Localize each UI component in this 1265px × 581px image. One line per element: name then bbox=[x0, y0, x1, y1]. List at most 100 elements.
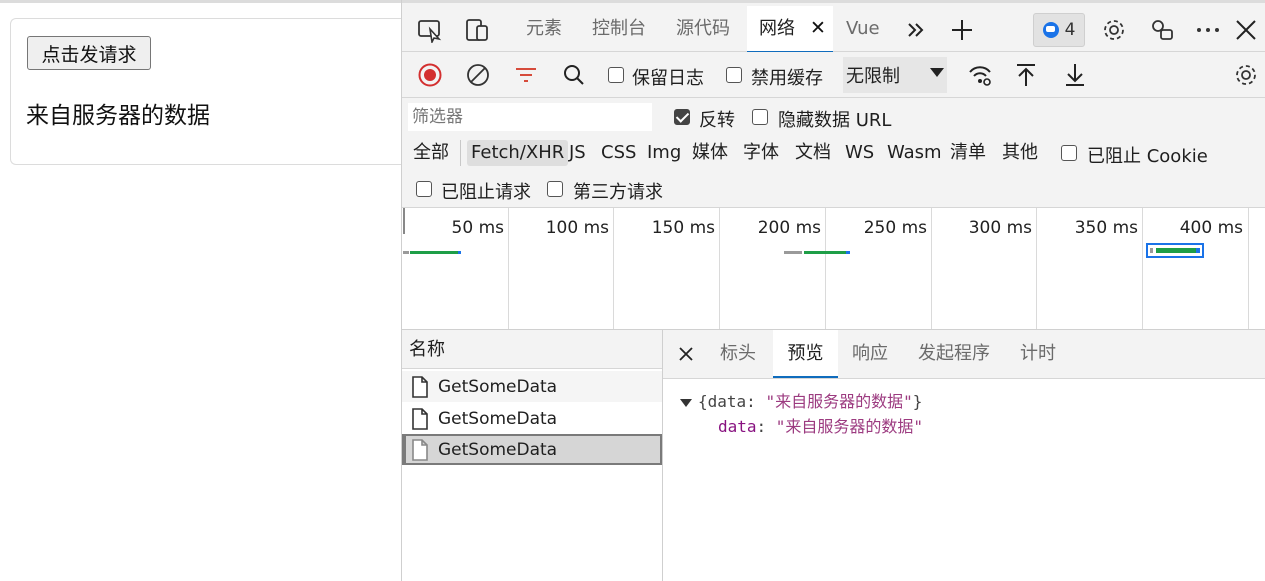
search-icon[interactable] bbox=[559, 60, 589, 90]
timeline-tick: 250 ms bbox=[863, 218, 927, 238]
tab-response[interactable]: 响应 bbox=[852, 330, 888, 378]
type-font[interactable]: 字体 bbox=[743, 140, 779, 166]
timeline-tick: 50 ms bbox=[451, 218, 504, 238]
request-row[interactable]: GetSomeData bbox=[402, 371, 662, 402]
tab-console[interactable]: 控制台 bbox=[592, 6, 646, 52]
device-emulation-icon[interactable] bbox=[463, 16, 491, 44]
tab-elements[interactable]: 元素 bbox=[526, 6, 562, 52]
request-name: GetSomeData bbox=[438, 439, 558, 460]
close-detail-icon[interactable] bbox=[678, 346, 694, 366]
tab-timing[interactable]: 计时 bbox=[1020, 330, 1056, 378]
document-icon bbox=[412, 438, 428, 461]
selected-request-bar[interactable] bbox=[1146, 243, 1204, 258]
detail-tabbar: 标头 预览 响应 发起程序 计时 bbox=[663, 330, 1265, 379]
tab-vue[interactable]: Vue bbox=[846, 6, 880, 52]
tab-preview[interactable]: 预览 bbox=[773, 330, 838, 378]
timeline-tick: 300 ms bbox=[968, 218, 1032, 238]
message-icon bbox=[1042, 22, 1059, 38]
type-css[interactable]: CSS bbox=[601, 140, 636, 166]
devtools-tabbar: 元素 控制台 源代码 网络 ✕ Vue 4 bbox=[402, 0, 1265, 53]
network-settings-icon[interactable] bbox=[1231, 60, 1261, 90]
type-img[interactable]: Img bbox=[647, 140, 681, 166]
type-media[interactable]: 媒体 bbox=[692, 140, 728, 166]
filter-icon[interactable] bbox=[511, 60, 541, 90]
third-party-checkbox[interactable] bbox=[547, 181, 563, 197]
more-options-icon[interactable] bbox=[1194, 16, 1222, 44]
blocked-cookies-label: 已阻止 Cookie bbox=[1087, 146, 1208, 167]
type-fetch-xhr[interactable]: Fetch/XHR bbox=[467, 140, 569, 166]
type-js[interactable]: JS bbox=[569, 140, 586, 166]
timeline-tick: 100 ms bbox=[545, 218, 609, 238]
gridline bbox=[931, 208, 932, 329]
blocked-requests-label: 已阻止请求 bbox=[441, 182, 531, 203]
request-bar-wait bbox=[784, 251, 802, 254]
document-icon bbox=[412, 375, 428, 398]
resource-type-bar: 全部 Fetch/XHR JS CSS Img 媒体 字体 文档 WS Wasm… bbox=[402, 134, 1265, 170]
request-detail-pane: 标头 预览 响应 发起程序 计时 {data: "来自服务器的数据"} data… bbox=[663, 330, 1265, 581]
invert-checkbox[interactable] bbox=[674, 109, 690, 125]
collapse-triangle-icon[interactable] bbox=[680, 398, 692, 407]
close-devtools-icon[interactable] bbox=[1232, 16, 1260, 44]
json-property[interactable]: data: "来自服务器的数据" bbox=[718, 413, 923, 437]
export-har-icon[interactable] bbox=[1060, 60, 1090, 90]
request-bar-end bbox=[846, 251, 850, 254]
devtools-panel: 元素 控制台 源代码 网络 ✕ Vue 4 保留日志 禁用缓存 无限制 筛选器 … bbox=[401, 0, 1265, 581]
tab-sources[interactable]: 源代码 bbox=[676, 6, 730, 52]
json-key: data bbox=[718, 417, 757, 436]
type-wasm[interactable]: Wasm bbox=[887, 140, 942, 166]
type-all[interactable]: 全部 bbox=[413, 140, 449, 166]
request-name: GetSomeData bbox=[438, 376, 558, 397]
send-request-button[interactable]: 点击发请求 bbox=[27, 36, 151, 70]
json-colon: : bbox=[756, 417, 776, 436]
request-row-selected[interactable]: GetSomeData bbox=[402, 434, 662, 465]
request-name: GetSomeData bbox=[438, 408, 558, 429]
tab-initiator[interactable]: 发起程序 bbox=[918, 330, 990, 378]
more-tabs-icon[interactable] bbox=[902, 16, 930, 44]
dropdown-arrow-icon bbox=[930, 68, 944, 77]
preserve-log-label: 保留日志 bbox=[632, 68, 704, 89]
gridline bbox=[1036, 208, 1037, 329]
request-bar-download bbox=[804, 251, 846, 254]
hide-data-urls-label: 隐藏数据 URL bbox=[778, 110, 892, 131]
disable-cache-checkbox[interactable] bbox=[726, 67, 742, 83]
network-conditions-icon[interactable] bbox=[965, 60, 995, 90]
disable-cache-label: 禁用缓存 bbox=[751, 68, 823, 89]
type-ws[interactable]: WS bbox=[845, 140, 874, 166]
clear-icon[interactable] bbox=[463, 60, 493, 90]
customize-icon[interactable] bbox=[1148, 16, 1176, 44]
request-bar-wait bbox=[1150, 248, 1153, 253]
import-har-icon[interactable] bbox=[1011, 60, 1041, 90]
tab-headers[interactable]: 标头 bbox=[720, 330, 756, 378]
blocked-cookies-checkbox[interactable] bbox=[1061, 145, 1077, 161]
hide-data-urls-checkbox[interactable] bbox=[752, 109, 768, 125]
blocked-requests-checkbox[interactable] bbox=[416, 181, 432, 197]
json-summary-value: "来自服务器的数据" bbox=[765, 392, 913, 411]
filter-input[interactable] bbox=[408, 103, 652, 131]
close-tab-icon[interactable]: ✕ bbox=[810, 17, 826, 39]
request-bar-end bbox=[458, 251, 461, 254]
request-row[interactable]: GetSomeData bbox=[402, 403, 662, 434]
request-list: 名称 GetSomeData GetSomeData GetSomeData bbox=[402, 330, 663, 581]
timeline-cursor bbox=[403, 208, 405, 234]
preserve-log-checkbox[interactable] bbox=[608, 67, 624, 83]
document-icon bbox=[412, 407, 428, 430]
add-tab-icon[interactable] bbox=[948, 16, 976, 44]
inspect-element-icon[interactable] bbox=[416, 16, 444, 44]
issues-count: 4 bbox=[1064, 20, 1076, 40]
gridline bbox=[719, 208, 720, 329]
type-doc[interactable]: 文档 bbox=[795, 140, 831, 166]
third-party-label: 第三方请求 bbox=[573, 182, 663, 203]
type-manifest[interactable]: 清单 bbox=[950, 140, 986, 166]
json-object-summary[interactable]: {data: "来自服务器的数据"} bbox=[680, 388, 922, 412]
type-other[interactable]: 其他 bbox=[1002, 140, 1038, 166]
name-column-header[interactable]: 名称 bbox=[402, 330, 662, 369]
gridline bbox=[508, 208, 509, 329]
request-bar-wait bbox=[403, 251, 409, 254]
issues-badge[interactable]: 4 bbox=[1033, 13, 1085, 47]
settings-gear-icon[interactable] bbox=[1100, 16, 1128, 44]
timeline-tick: 150 ms bbox=[651, 218, 715, 238]
request-bar-end bbox=[1196, 248, 1200, 253]
network-overview[interactable]: 50 ms 100 ms 150 ms 200 ms 250 ms 300 ms… bbox=[402, 208, 1265, 330]
record-icon[interactable] bbox=[415, 60, 445, 90]
json-summary-open: {data: bbox=[698, 392, 766, 411]
